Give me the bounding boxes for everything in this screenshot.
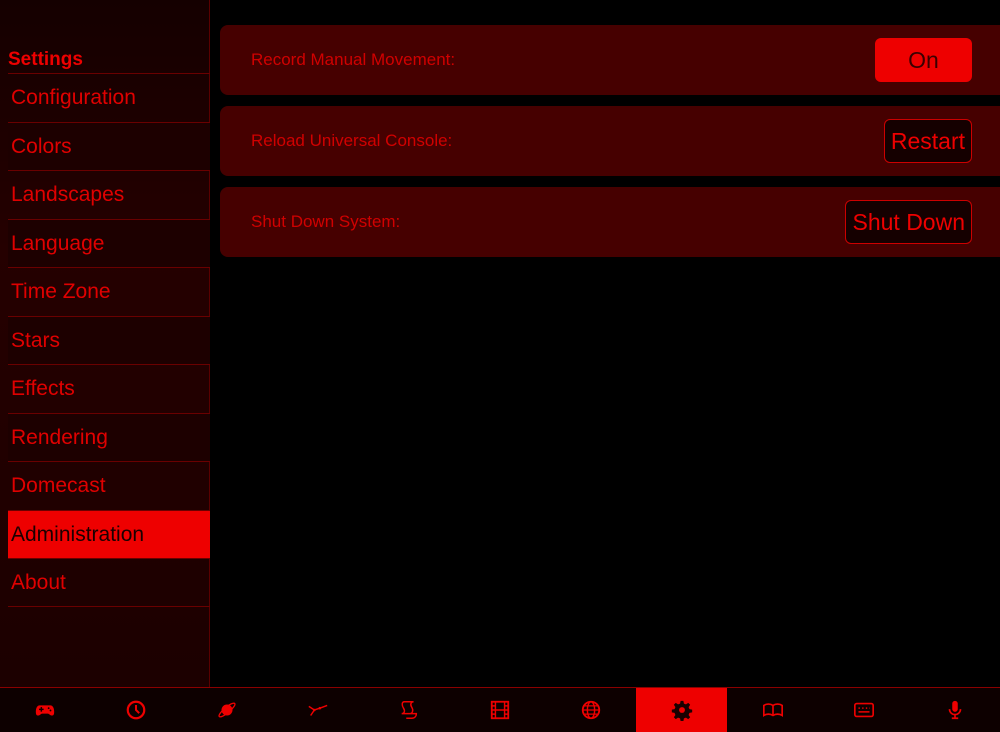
tool-scripts[interactable]	[364, 688, 455, 732]
tool-book[interactable]	[727, 688, 818, 732]
tool-constellations[interactable]	[273, 688, 364, 732]
tool-clock[interactable]	[91, 688, 182, 732]
tool-planets[interactable]	[182, 688, 273, 732]
administration-panel: Record Manual Movement: On Reload Univer…	[220, 25, 1000, 268]
sidebar-item-time-zone[interactable]: Time Zone	[8, 267, 210, 316]
tool-film[interactable]	[455, 688, 546, 732]
constellation-icon	[308, 704, 328, 716]
script-icon	[401, 701, 418, 719]
sidebar-item-configuration[interactable]: Configuration	[8, 73, 210, 122]
clock-icon	[127, 700, 146, 720]
tool-gamepad[interactable]	[0, 688, 91, 732]
shut-down-button[interactable]: Shut Down	[845, 200, 972, 244]
sidebar-item-language[interactable]: Language	[8, 218, 210, 267]
shut-down-system-label: Shut Down System:	[251, 212, 401, 231]
tool-globe[interactable]	[545, 688, 636, 732]
record-manual-movement-toggle[interactable]: On	[875, 38, 972, 82]
sidebar-item-stars[interactable]: Stars	[8, 315, 210, 364]
sidebar-item-rendering[interactable]: Rendering	[8, 412, 210, 461]
microphone-icon	[948, 700, 961, 720]
keyboard-icon	[853, 702, 874, 718]
settings-sidebar: Settings Configuration Colors Landscapes…	[0, 0, 210, 687]
globe-icon	[581, 700, 601, 720]
tool-keyboard[interactable]	[818, 688, 909, 732]
film-icon	[490, 700, 510, 720]
gamepad-icon	[36, 705, 55, 716]
sidebar-item-domecast[interactable]: Domecast	[8, 461, 210, 510]
settings-menu: Configuration Colors Landscapes Language…	[8, 73, 210, 607]
record-manual-movement-row: Record Manual Movement: On	[220, 25, 1000, 95]
sidebar-item-about[interactable]: About	[8, 558, 210, 607]
reload-universal-console-row: Reload Universal Console: Restart	[220, 106, 1000, 176]
record-manual-movement-label: Record Manual Movement:	[251, 50, 456, 69]
restart-button[interactable]: Restart	[883, 119, 972, 163]
shut-down-system-row: Shut Down System: Shut Down	[220, 187, 1000, 257]
bottom-toolbar	[0, 687, 1000, 732]
book-icon	[762, 703, 783, 718]
sidebar-item-administration[interactable]: Administration	[8, 509, 210, 558]
sidebar-item-colors[interactable]: Colors	[8, 121, 210, 170]
sidebar-title: Settings	[8, 49, 83, 70]
sidebar-item-landscapes[interactable]: Landscapes	[8, 170, 210, 219]
gear-icon	[671, 700, 692, 721]
planet-icon	[218, 702, 236, 718]
tool-microphone[interactable]	[909, 688, 1000, 732]
reload-universal-console-label: Reload Universal Console:	[251, 131, 453, 150]
sidebar-item-effects[interactable]: Effects	[8, 364, 210, 413]
tool-settings[interactable]	[636, 688, 728, 732]
